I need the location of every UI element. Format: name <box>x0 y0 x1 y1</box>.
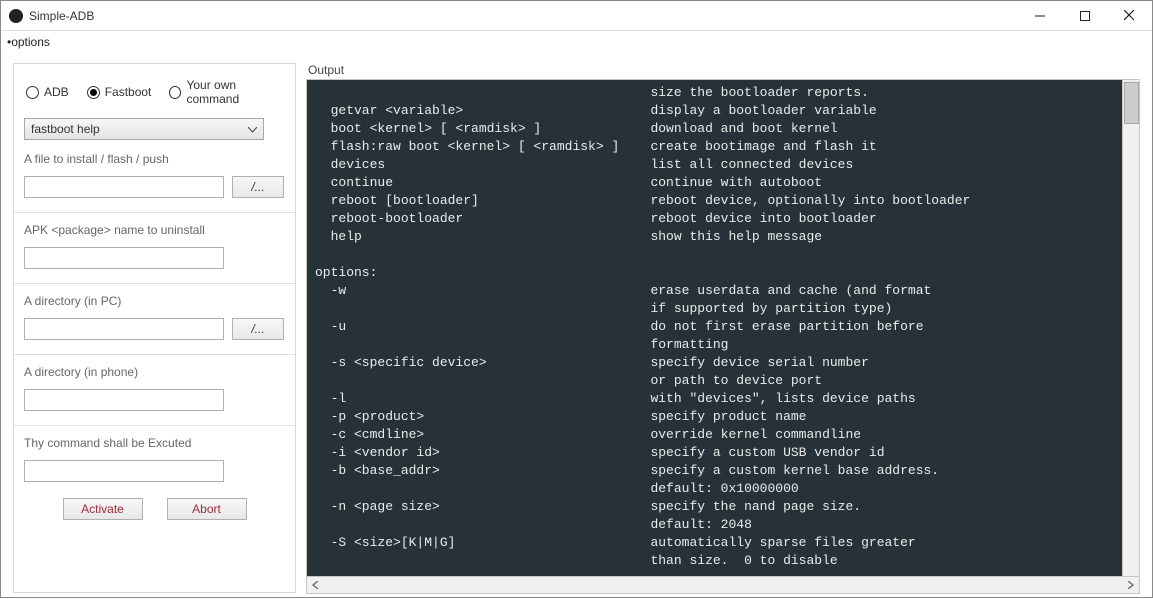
radio-icon <box>169 86 181 99</box>
mode-custom[interactable]: Your own command <box>169 78 283 106</box>
file-flash-label: A file to install / flash / push <box>24 152 285 166</box>
vertical-scrollbar[interactable] <box>1122 80 1139 576</box>
titlebar: Simple-ADB <box>1 1 1152 31</box>
maximize-button[interactable] <box>1062 1 1107 30</box>
app-icon <box>9 9 23 23</box>
dir-phone-label: A directory (in phone) <box>24 365 285 379</box>
horizontal-scrollbar[interactable] <box>307 576 1139 593</box>
dir-pc-browse-button[interactable]: /... <box>232 318 284 340</box>
radio-icon <box>26 86 39 99</box>
dropdown-selected: fastboot help <box>31 122 100 136</box>
chevron-down-icon <box>248 122 257 136</box>
mode-fastboot-label: Fastboot <box>105 85 152 99</box>
file-flash-input[interactable] <box>24 176 224 198</box>
apk-uninstall-label: APK <package> name to uninstall <box>24 223 285 237</box>
close-button[interactable] <box>1107 1 1152 30</box>
window-title: Simple-ADB <box>29 9 94 23</box>
mode-adb[interactable]: ADB <box>26 78 69 106</box>
mode-custom-label: Your own command <box>186 78 283 106</box>
activate-button[interactable]: Activate <box>63 498 143 520</box>
command-dropdown[interactable]: fastboot help <box>24 118 264 140</box>
apk-uninstall-input[interactable] <box>24 247 224 269</box>
radio-icon <box>87 86 100 99</box>
left-panel: ADB Fastboot Your own command fastboot h… <box>13 63 296 593</box>
mode-fastboot[interactable]: Fastboot <box>87 78 152 106</box>
output-label: Output <box>306 63 1140 77</box>
file-flash-browse-button[interactable]: /... <box>232 176 284 198</box>
menubar: •options <box>1 31 1152 53</box>
command-input[interactable] <box>24 460 224 482</box>
mode-adb-label: ADB <box>44 85 69 99</box>
dir-pc-label: A directory (in PC) <box>24 294 285 308</box>
scrollbar-thumb[interactable] <box>1124 82 1139 124</box>
scroll-left-icon[interactable] <box>307 577 324 594</box>
dir-pc-input[interactable] <box>24 318 224 340</box>
output-terminal[interactable]: size the bootloader reports. getvar <var… <box>307 80 1139 576</box>
abort-button[interactable]: Abort <box>167 498 247 520</box>
scroll-right-icon[interactable] <box>1122 577 1139 594</box>
right-panel: Output size the bootloader reports. getv… <box>306 63 1140 593</box>
menu-options[interactable]: •options <box>7 35 50 49</box>
dir-phone-input[interactable] <box>24 389 224 411</box>
command-label: Thy command shall be Excuted <box>24 436 285 450</box>
minimize-button[interactable] <box>1017 1 1062 30</box>
